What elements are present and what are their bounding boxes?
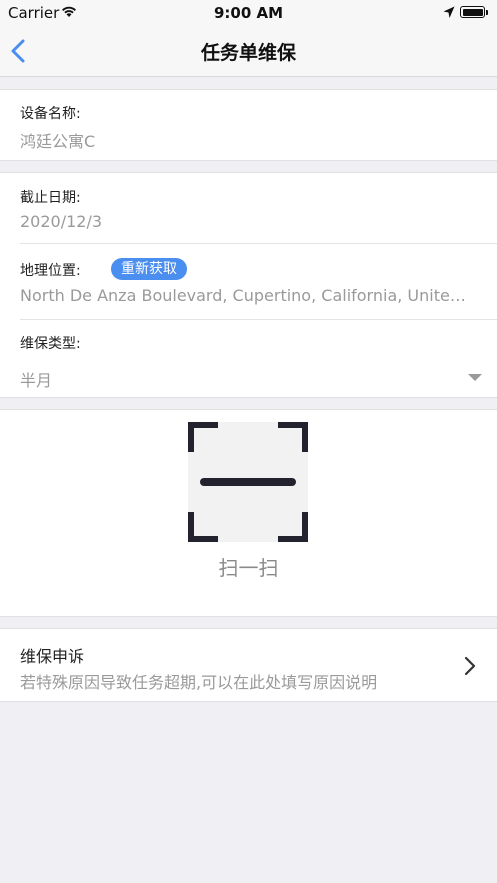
location-value: North De Anza Boulevard, Cupertino, Cali… (20, 286, 475, 305)
divider (20, 319, 497, 320)
appeal-title: 维保申诉 (20, 647, 85, 666)
deadline-label: 截止日期: (20, 190, 81, 206)
maintenance-type-label: 维保类型: (20, 336, 81, 352)
device-name-label: 设备名称: (20, 106, 81, 122)
battery-tip (486, 10, 488, 15)
device-name-value: 鸿廷公寓C (20, 132, 96, 151)
dropdown-arrow-icon[interactable] (468, 374, 482, 381)
task-info-section: 截止日期: 2020/12/3 地理位置: 重新获取 North De Anza… (0, 172, 497, 398)
clock: 9:00 AM (213, 4, 284, 22)
qr-scan-icon[interactable] (188, 422, 308, 542)
refresh-location-button[interactable]: 重新获取 (111, 258, 187, 280)
divider (20, 243, 497, 244)
status-bar: Carrier 9:00 AM (0, 0, 497, 26)
page-title: 任务单维保 (200, 42, 296, 64)
chevron-right-icon (464, 656, 476, 680)
maintenance-type-select[interactable]: 半月 (20, 367, 52, 391)
deadline-value: 2020/12/3 (20, 212, 103, 231)
scan-section: 扫一扫 (0, 409, 497, 617)
scan-label[interactable]: 扫一扫 (0, 552, 497, 581)
battery-icon (460, 6, 485, 18)
maintenance-appeal-row[interactable]: 维保申诉 若特殊原因导致任务超期,可以在此处填写原因说明 (0, 628, 497, 702)
appeal-subtitle: 若特殊原因导致任务超期,可以在此处填写原因说明 (20, 673, 378, 692)
location-arrow-icon (443, 5, 455, 23)
location-label: 地理位置: (20, 263, 81, 279)
navigation-bar: 任务单维保 (0, 26, 497, 77)
device-name-section: 设备名称: 鸿廷公寓C (0, 89, 497, 161)
